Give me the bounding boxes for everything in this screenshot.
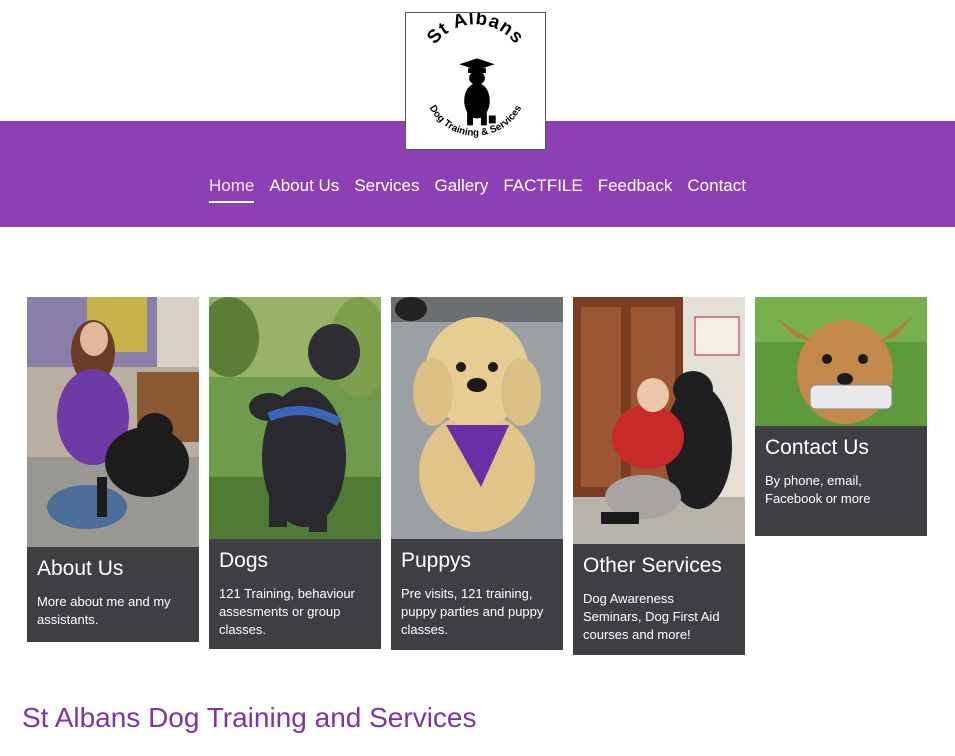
card-panel: Dogs 121 Training, behaviour assesments … xyxy=(209,539,381,649)
card-description: Dog Awareness Seminars, Dog First Aid co… xyxy=(583,591,720,642)
card-panel: Other Services Dog Awareness Seminars, D… xyxy=(573,544,745,655)
woman-with-dog-photo xyxy=(27,297,199,547)
boy-with-dog-photo xyxy=(573,297,745,544)
card-description: By phone, email, Facebook or more xyxy=(765,473,871,506)
card-other-services[interactable]: Other Services Dog Awareness Seminars, D… xyxy=(573,297,745,655)
logo-graphic: St Albans Dog Training & Services xyxy=(422,13,529,139)
card-description: More about me and my assistants. xyxy=(37,594,171,627)
nav-gallery[interactable]: Gallery xyxy=(435,176,489,203)
card-puppys[interactable]: Puppys Pre visits, 121 training, puppy p… xyxy=(391,297,563,650)
card-panel: Puppys Pre visits, 121 training, puppy p… xyxy=(391,539,563,650)
card-title: Other Services xyxy=(583,554,722,577)
labradoodle-puppy-photo xyxy=(391,297,563,539)
site-logo[interactable]: St Albans Dog Training & Services xyxy=(405,12,546,150)
card-about-us[interactable]: About Us More about me and my assistants… xyxy=(27,297,199,642)
page-heading: St Albans Dog Training and Services xyxy=(22,702,477,733)
nav-about-us[interactable]: About Us xyxy=(269,176,339,203)
card-title: About Us xyxy=(37,557,124,580)
nav-home[interactable]: Home xyxy=(209,176,255,203)
logo-top-text: St Albans xyxy=(422,13,528,48)
nav-contact[interactable]: Contact xyxy=(687,176,746,203)
main-nav: Home About Us Services Gallery FACTFILE … xyxy=(0,176,955,203)
card-panel: Contact Us By phone, email, Facebook or … xyxy=(755,426,927,536)
nav-services[interactable]: Services xyxy=(354,176,419,203)
card-description: Pre visits, 121 training, puppy parties … xyxy=(401,586,544,637)
card-title: Puppys xyxy=(401,549,472,572)
card-title: Contact Us xyxy=(765,436,869,459)
card-contact-us[interactable]: Contact Us By phone, email, Facebook or … xyxy=(755,297,927,536)
sitting-staffie-photo xyxy=(209,297,381,539)
svg-text:St Albans: St Albans xyxy=(422,13,529,48)
card-dogs[interactable]: Dogs 121 Training, behaviour assesments … xyxy=(209,297,381,649)
nav-feedback[interactable]: Feedback xyxy=(598,176,673,203)
nav-factfile[interactable]: FACTFILE xyxy=(503,176,582,203)
card-title: Dogs xyxy=(219,549,269,572)
card-description: 121 Training, behaviour assesments or gr… xyxy=(219,586,355,637)
dog-silhouette-icon xyxy=(459,58,496,126)
terrier-with-phone-photo xyxy=(755,297,927,426)
card-panel: About Us More about me and my assistants… xyxy=(27,547,199,642)
